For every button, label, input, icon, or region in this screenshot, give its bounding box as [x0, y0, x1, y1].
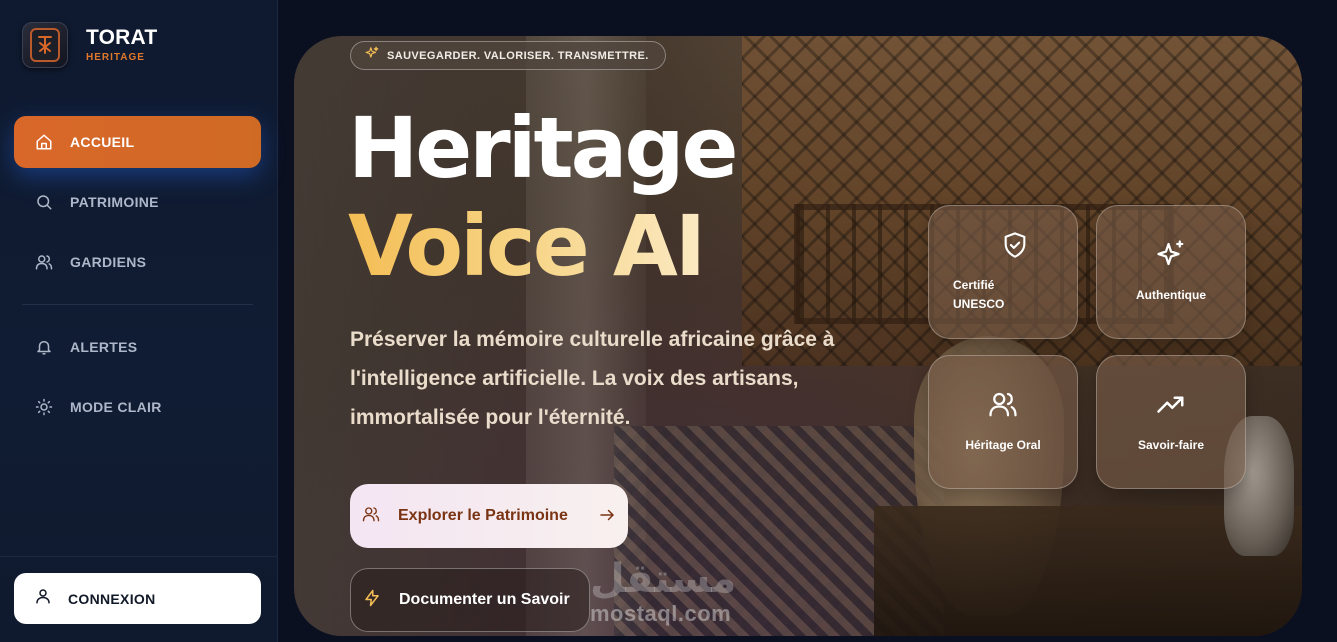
trending-up-icon	[1156, 389, 1186, 424]
feature-card-authentique: Authentique	[1096, 205, 1246, 339]
hero-banner: SAUVEGARDER. VALORISER. TRANSMETTRE. Her…	[294, 36, 1302, 636]
brand-subtitle: HERITAGE	[86, 52, 145, 63]
hero-title-line1: Heritage	[348, 99, 738, 197]
sidebar-item-label: ALERTES	[70, 339, 138, 355]
brand[interactable]: TORAT HERITAGE	[22, 22, 157, 68]
hero-description: Préserver la mémoire culturelle africain…	[350, 328, 835, 429]
sidebar-bottom-divider	[0, 556, 278, 557]
feature-label: Certifié UNESCO	[953, 277, 1005, 311]
watermark-text: mostaql.com	[590, 601, 732, 626]
hero-title-line2: Voice AI	[348, 197, 706, 295]
document-knowledge-label: Documenter un Savoir	[399, 591, 570, 608]
lightning-icon	[363, 589, 381, 612]
search-icon	[34, 192, 54, 212]
sparkle-icon	[365, 46, 379, 65]
home-icon	[34, 132, 54, 152]
feature-card-unesco: Certifié UNESCO	[928, 205, 1078, 339]
brand-name: TORAT	[86, 26, 158, 49]
users-icon	[988, 389, 1018, 424]
sidebar-item-mode-clair[interactable]: MODE CLAIR	[14, 381, 261, 433]
sidebar-divider	[22, 304, 253, 305]
user-icon	[34, 587, 52, 610]
sidebar-item-label: PATRIMOINE	[70, 194, 159, 210]
feature-label: Authentique	[1136, 288, 1206, 302]
feature-card-heritage-oral: Héritage Oral	[928, 355, 1078, 489]
login-label: CONNEXION	[68, 590, 156, 607]
torat-logo	[22, 22, 68, 68]
sidebar-item-alertes[interactable]: ALERTES	[14, 321, 261, 373]
sun-icon	[34, 397, 54, 417]
login-button[interactable]: CONNEXION	[14, 573, 261, 624]
logo-glyph-icon	[38, 36, 52, 54]
explore-heritage-label: Explorer le Patrimoine	[398, 507, 568, 524]
tagline-text: SAUVEGARDER. VALORISER. TRANSMETTRE.	[387, 49, 649, 62]
sidebar-item-gardiens[interactable]: GARDIENS	[14, 236, 261, 288]
feature-card-savoir-faire: Savoir-faire	[1096, 355, 1246, 489]
sidebar-item-label: ACCUEIL	[70, 134, 135, 150]
users-icon	[362, 505, 380, 528]
watermark-arabic: مستقل	[590, 557, 737, 601]
explore-heritage-button[interactable]: Explorer le Patrimoine	[350, 484, 628, 548]
sidebar-item-patrimoine[interactable]: PATRIMOINE	[14, 176, 261, 228]
sidebar-item-accueil[interactable]: ACCUEIL	[14, 116, 261, 168]
users-icon	[34, 252, 54, 272]
sidebar-item-label: GARDIENS	[70, 254, 147, 270]
sidebar-item-label: MODE CLAIR	[70, 399, 162, 415]
shield-check-icon	[1001, 231, 1029, 264]
arrow-right-icon	[598, 506, 616, 529]
bell-icon	[34, 337, 54, 357]
tagline-badge: SAUVEGARDER. VALORISER. TRANSMETTRE.	[350, 41, 666, 70]
feature-label: Savoir-faire	[1137, 438, 1205, 452]
sidebar: TORAT HERITAGE ACCUEIL PATRIMOINE GARDIE…	[0, 0, 278, 642]
feature-label: Héritage Oral	[965, 438, 1041, 452]
document-knowledge-button[interactable]: Documenter un Savoir	[350, 568, 590, 632]
sparkles-icon	[1156, 239, 1186, 274]
